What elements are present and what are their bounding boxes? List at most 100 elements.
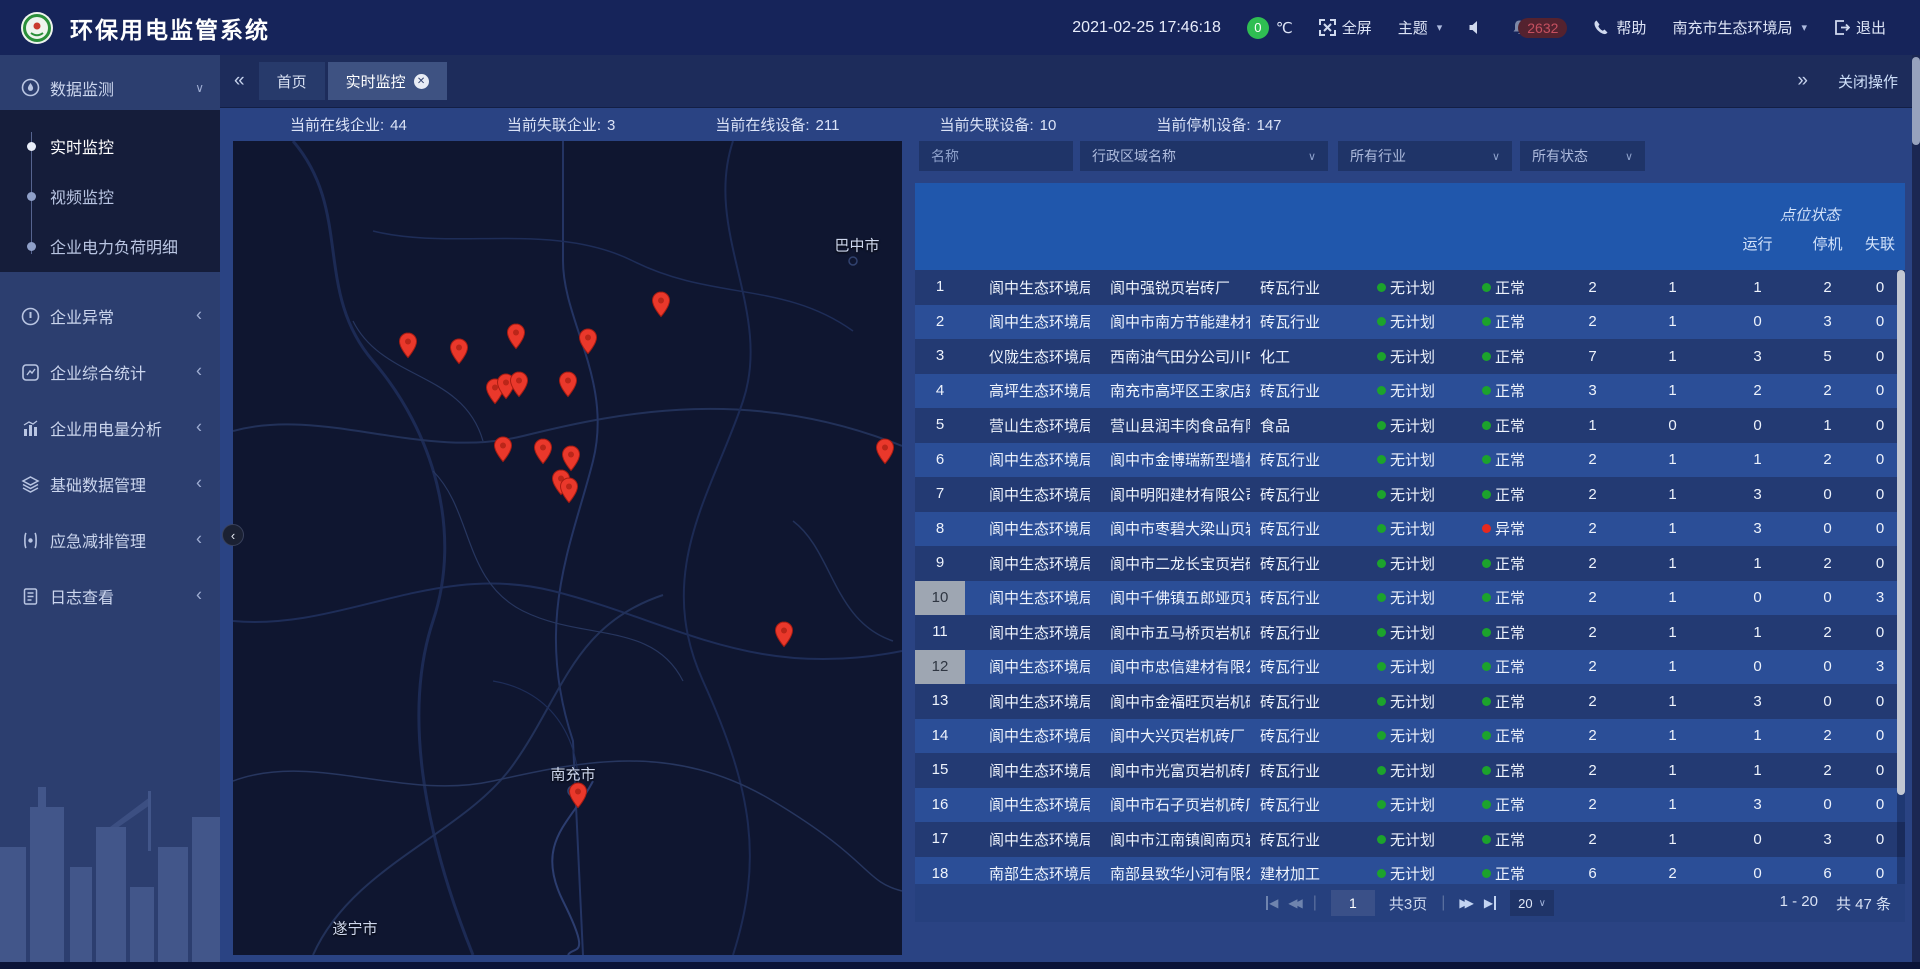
cell-company: 阆中千佛镇五郎垭页岩 xyxy=(1090,587,1250,608)
page-size-select[interactable]: 20 xyxy=(1510,890,1554,916)
table-row[interactable]: 8阆中生态环境局阆中市枣碧大梁山页岩砖瓦行业无计划异常21300 xyxy=(915,512,1905,547)
sidebar-item-base-data[interactable]: 基础数据管理 xyxy=(0,456,220,512)
cell-region: 阆中生态环境局 xyxy=(965,656,1090,677)
table-row[interactable]: 18南部生态环境局南部县致华小河有限公建材加工无计划正常62060 xyxy=(915,857,1905,885)
map-pin-icon[interactable] xyxy=(449,338,469,365)
sidebar-item-realtime-monitor[interactable]: 实时监控 xyxy=(0,121,220,171)
notification-badge[interactable]: 2632 xyxy=(1511,18,1567,38)
status-filter-select[interactable]: 所有状态 ∨ xyxy=(1520,141,1645,171)
cell-facility: 正常 xyxy=(1460,725,1555,746)
logout-button[interactable]: 退出 xyxy=(1833,17,1886,38)
table-row[interactable]: 12阆中生态环境局阆中市忠信建材有限公砖瓦行业无计划正常21003 xyxy=(915,650,1905,685)
map-pin-icon[interactable] xyxy=(578,328,598,355)
fullscreen-button[interactable]: 全屏 xyxy=(1319,17,1372,38)
map-collapse-button[interactable]: ‹ xyxy=(222,524,244,546)
map-pin-icon[interactable] xyxy=(651,291,671,318)
prev-page-button[interactable]: ◀◀ xyxy=(1288,896,1298,910)
col-lost: 失联 xyxy=(1855,227,1905,254)
help-button[interactable]: 帮助 xyxy=(1593,17,1646,38)
table-row[interactable]: 7阆中生态环境局阆中明阳建材有限公司砖瓦行业无计划正常21300 xyxy=(915,477,1905,512)
page-scrollbar-thumb[interactable] xyxy=(1912,57,1920,145)
map-pin-icon[interactable] xyxy=(533,438,553,465)
table-row[interactable]: 11阆中生态环境局阆中市五马桥页岩机砖砖瓦行业无计划正常21120 xyxy=(915,615,1905,650)
region-filter-select[interactable]: 行政区域名称 ∨ xyxy=(1080,141,1328,171)
sidebar-item-power-load-detail[interactable]: 企业电力负荷明细 xyxy=(0,221,220,271)
cell-company: 西南油气田分公司川中 xyxy=(1090,346,1250,367)
cell-stop-limit: 无计划 xyxy=(1355,587,1460,608)
cell-facility: 正常 xyxy=(1460,863,1555,884)
cell-region: 阆中生态环境局 xyxy=(965,794,1090,815)
tabs-scroll-right-icon[interactable]: » xyxy=(1783,70,1822,92)
cell-region: 阆中生态环境局 xyxy=(965,277,1090,298)
cell-meters: 1 xyxy=(1630,727,1715,744)
cell-stop-limit: 无计划 xyxy=(1355,656,1460,677)
row-index: 1 xyxy=(915,270,965,305)
cell-meters: 1 xyxy=(1630,486,1715,503)
topbar-actions: 2021-02-25 17:46:18 0 ℃ 全屏 主题 2632 xyxy=(1072,17,1920,39)
cell-halt: 6 xyxy=(1800,865,1855,882)
cell-meters: 1 xyxy=(1630,693,1715,710)
table-row[interactable]: 9阆中生态环境局阆中市二龙长宝页岩砖砖瓦行业无计划正常21120 xyxy=(915,546,1905,581)
map-pin-icon[interactable] xyxy=(506,323,526,350)
status-dot-icon xyxy=(1377,386,1386,395)
cell-industry: 砖瓦行业 xyxy=(1250,587,1355,608)
map-pin-icon[interactable] xyxy=(558,371,578,398)
map[interactable]: 巴中市南充市遂宁市 ‹ xyxy=(233,141,902,955)
cell-points: 2 xyxy=(1555,520,1630,537)
table-row[interactable]: 17阆中生态环境局阆中市江南镇阆南页岩砖瓦行业无计划正常21030 xyxy=(915,822,1905,857)
row-index: 14 xyxy=(915,719,965,754)
close-operations-button[interactable]: 关闭操作 xyxy=(1838,71,1898,92)
table-row[interactable]: 14阆中生态环境局阆中大兴页岩机砖厂砖瓦行业无计划正常21120 xyxy=(915,719,1905,754)
cell-industry: 砖瓦行业 xyxy=(1250,553,1355,574)
table-row[interactable]: 2阆中生态环境局阆中市南方节能建材有砖瓦行业无计划正常21030 xyxy=(915,305,1905,340)
theme-dropdown[interactable]: 主题 xyxy=(1398,17,1443,38)
stat-lost-devices: 当前失联设备:10 xyxy=(939,114,1056,135)
tab-realtime-monitor[interactable]: 实时监控 ✕ xyxy=(328,62,447,100)
sidebar-item-video-monitor[interactable]: 视频监控 xyxy=(0,171,220,221)
map-pin-icon[interactable] xyxy=(568,782,588,809)
table-row[interactable]: 6阆中生态环境局阆中市金博瑞新型墙材砖瓦行业无计划正常21120 xyxy=(915,443,1905,478)
map-pin-icon[interactable] xyxy=(561,445,581,472)
table-row[interactable]: 13阆中生态环境局阆中市金福旺页岩机砖砖瓦行业无计划正常21300 xyxy=(915,684,1905,719)
industry-filter-select[interactable]: 所有行业 ∨ xyxy=(1338,141,1512,171)
cell-stop-limit: 无计划 xyxy=(1355,691,1460,712)
cell-points: 2 xyxy=(1555,279,1630,296)
table-row[interactable]: 16阆中生态环境局阆中市石子页岩机砖厂砖瓦行业无计划正常21300 xyxy=(915,788,1905,823)
last-page-button[interactable]: ▶ xyxy=(1484,896,1496,910)
tab-home[interactable]: 首页 xyxy=(259,62,325,100)
table-row[interactable]: 5营山生态环境局营山县润丰肉食品有限食品无计划正常10010 xyxy=(915,408,1905,443)
org-dropdown[interactable]: 南充市生态环境局 xyxy=(1672,17,1807,38)
sidebar-item-data-monitor[interactable]: 数据监测 xyxy=(0,65,220,110)
first-page-button[interactable]: ◀ xyxy=(1266,896,1274,910)
map-pin-icon[interactable] xyxy=(493,436,513,463)
table-row[interactable]: 15阆中生态环境局阆中市光富页岩机砖厂砖瓦行业无计划正常21120 xyxy=(915,753,1905,788)
chevron-left-icon: ‹ xyxy=(231,528,235,543)
cell-region: 阆中生态环境局 xyxy=(965,760,1090,781)
table-scrollbar-thumb[interactable] xyxy=(1897,270,1905,795)
tabs-scroll-left-icon[interactable]: « xyxy=(220,70,259,92)
sidebar-item-log-view[interactable]: 日志查看 xyxy=(0,568,220,624)
cell-company: 阆中市石子页岩机砖厂 xyxy=(1090,794,1250,815)
page-number-input[interactable] xyxy=(1331,890,1375,916)
table-row[interactable]: 3仪陇生态环境局西南油气田分公司川中化工无计划正常71350 xyxy=(915,339,1905,374)
map-pin-icon[interactable] xyxy=(559,477,579,504)
table-row[interactable]: 4高坪生态环境局南充市高坪区王家店建砖瓦行业无计划正常31220 xyxy=(915,374,1905,409)
map-pin-icon[interactable] xyxy=(509,371,529,398)
sidebar-item-company-abnormal[interactable]: 企业异常 xyxy=(0,288,220,344)
map-pin-icon[interactable] xyxy=(875,438,895,465)
table-row[interactable]: 1阆中生态环境局阆中强锐页岩砖厂砖瓦行业无计划正常21120 xyxy=(915,270,1905,305)
map-pin-icon[interactable] xyxy=(774,621,794,648)
sidebar-item-company-statistics[interactable]: 企业综合统计 xyxy=(0,344,220,400)
status-dot-icon xyxy=(1377,317,1386,326)
close-tab-icon[interactable]: ✕ xyxy=(414,74,429,89)
table-row[interactable]: 10阆中生态环境局阆中千佛镇五郎垭页岩砖瓦行业无计划正常21003 xyxy=(915,581,1905,616)
table-body: 1阆中生态环境局阆中强锐页岩砖厂砖瓦行业无计划正常211202阆中生态环境局阆中… xyxy=(915,270,1905,884)
row-index: 5 xyxy=(915,408,965,443)
next-page-button[interactable]: ▶▶ xyxy=(1459,896,1469,910)
name-filter-input[interactable] xyxy=(919,141,1073,171)
sidebar-item-power-analysis[interactable]: 企业用电量分析 xyxy=(0,400,220,456)
stat-stopped-devices: 当前停机设备:147 xyxy=(1156,114,1281,135)
volume-icon[interactable] xyxy=(1468,19,1485,36)
sidebar-item-emergency-reduction[interactable]: 应急减排管理 xyxy=(0,512,220,568)
map-pin-icon[interactable] xyxy=(398,332,418,359)
